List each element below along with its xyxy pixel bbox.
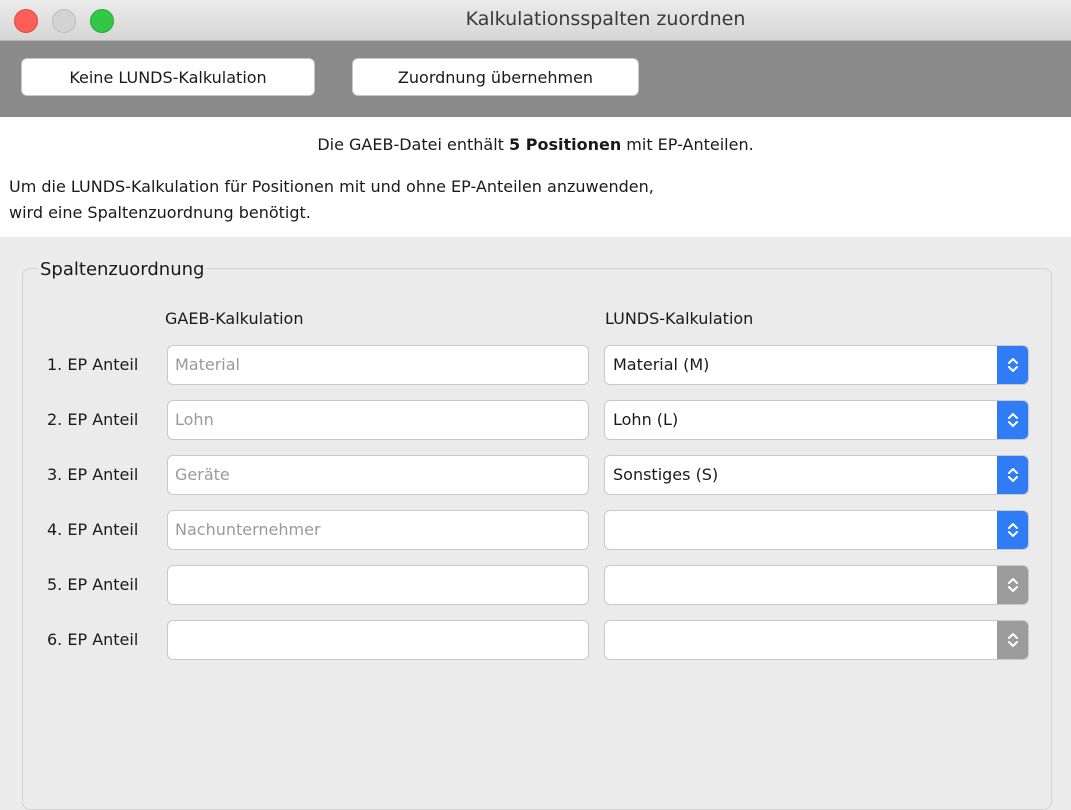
- summary-suffix: mit EP-Anteilen.: [621, 135, 754, 154]
- lunds-select-3[interactable]: Sonstiges (S): [604, 455, 1029, 495]
- lunds-select-value: Lohn (L): [613, 410, 679, 429]
- summary-prefix: Die GAEB-Datei enthält: [317, 135, 510, 154]
- lunds-select-value: Sonstiges (S): [613, 465, 719, 484]
- apply-mapping-button[interactable]: Zuordnung übernehmen: [352, 58, 639, 96]
- gaeb-field-2[interactable]: Lohn: [167, 400, 589, 440]
- lunds-select-2[interactable]: Lohn (L): [604, 400, 1029, 440]
- row-label-5: 5. EP Anteil: [47, 575, 139, 594]
- positions-summary: Die GAEB-Datei enthält 5 Positionen mit …: [0, 135, 1071, 154]
- group-title: Spaltenzuordnung: [38, 259, 207, 280]
- gaeb-field-6[interactable]: [167, 620, 589, 660]
- up-down-chevron-icon[interactable]: [997, 621, 1028, 659]
- gaeb-field-1[interactable]: Material: [167, 345, 589, 385]
- positions-count: 5 Positionen: [509, 135, 622, 154]
- no-lunds-calculation-button[interactable]: Keine LUNDS-Kalkulation: [21, 58, 315, 96]
- gaeb-field-3[interactable]: Geräte: [167, 455, 589, 495]
- gaeb-field-5[interactable]: [167, 565, 589, 605]
- row-label-3: 3. EP Anteil: [47, 465, 139, 484]
- row-label-4: 4. EP Anteil: [47, 520, 139, 539]
- info-panel: Die GAEB-Datei enthält 5 Positionen mit …: [0, 117, 1071, 237]
- gaeb-field-4[interactable]: Nachunternehmer: [167, 510, 589, 550]
- up-down-chevron-icon[interactable]: [997, 401, 1028, 439]
- info-text-line-1: Um die LUNDS-Kalkulation für Positionen …: [9, 177, 654, 196]
- lunds-select-4[interactable]: [604, 510, 1029, 550]
- lunds-select-1[interactable]: Material (M): [604, 345, 1029, 385]
- row-label-6: 6. EP Anteil: [47, 630, 139, 649]
- row-label-2: 2. EP Anteil: [47, 410, 139, 429]
- gaeb-column-header: GAEB-Kalkulation: [165, 309, 304, 328]
- row-label-1: 1. EP Anteil: [47, 355, 139, 374]
- up-down-chevron-icon[interactable]: [997, 346, 1028, 384]
- lunds-select-5[interactable]: [604, 565, 1029, 605]
- toolbar: Keine LUNDS-Kalkulation Zuordnung überne…: [0, 41, 1071, 117]
- lunds-select-6[interactable]: [604, 620, 1029, 660]
- up-down-chevron-icon[interactable]: [997, 566, 1028, 604]
- info-text-line-2: wird eine Spaltenzuordnung benötigt.: [9, 203, 311, 222]
- lunds-column-header: LUNDS-Kalkulation: [605, 309, 754, 328]
- up-down-chevron-icon[interactable]: [997, 511, 1028, 549]
- window-title: Kalkulationsspalten zuordnen: [465, 8, 746, 30]
- up-down-chevron-icon[interactable]: [997, 456, 1028, 494]
- title-bar: Kalkulationsspalten zuordnen: [0, 0, 1071, 41]
- lunds-select-value: Material (M): [613, 355, 710, 374]
